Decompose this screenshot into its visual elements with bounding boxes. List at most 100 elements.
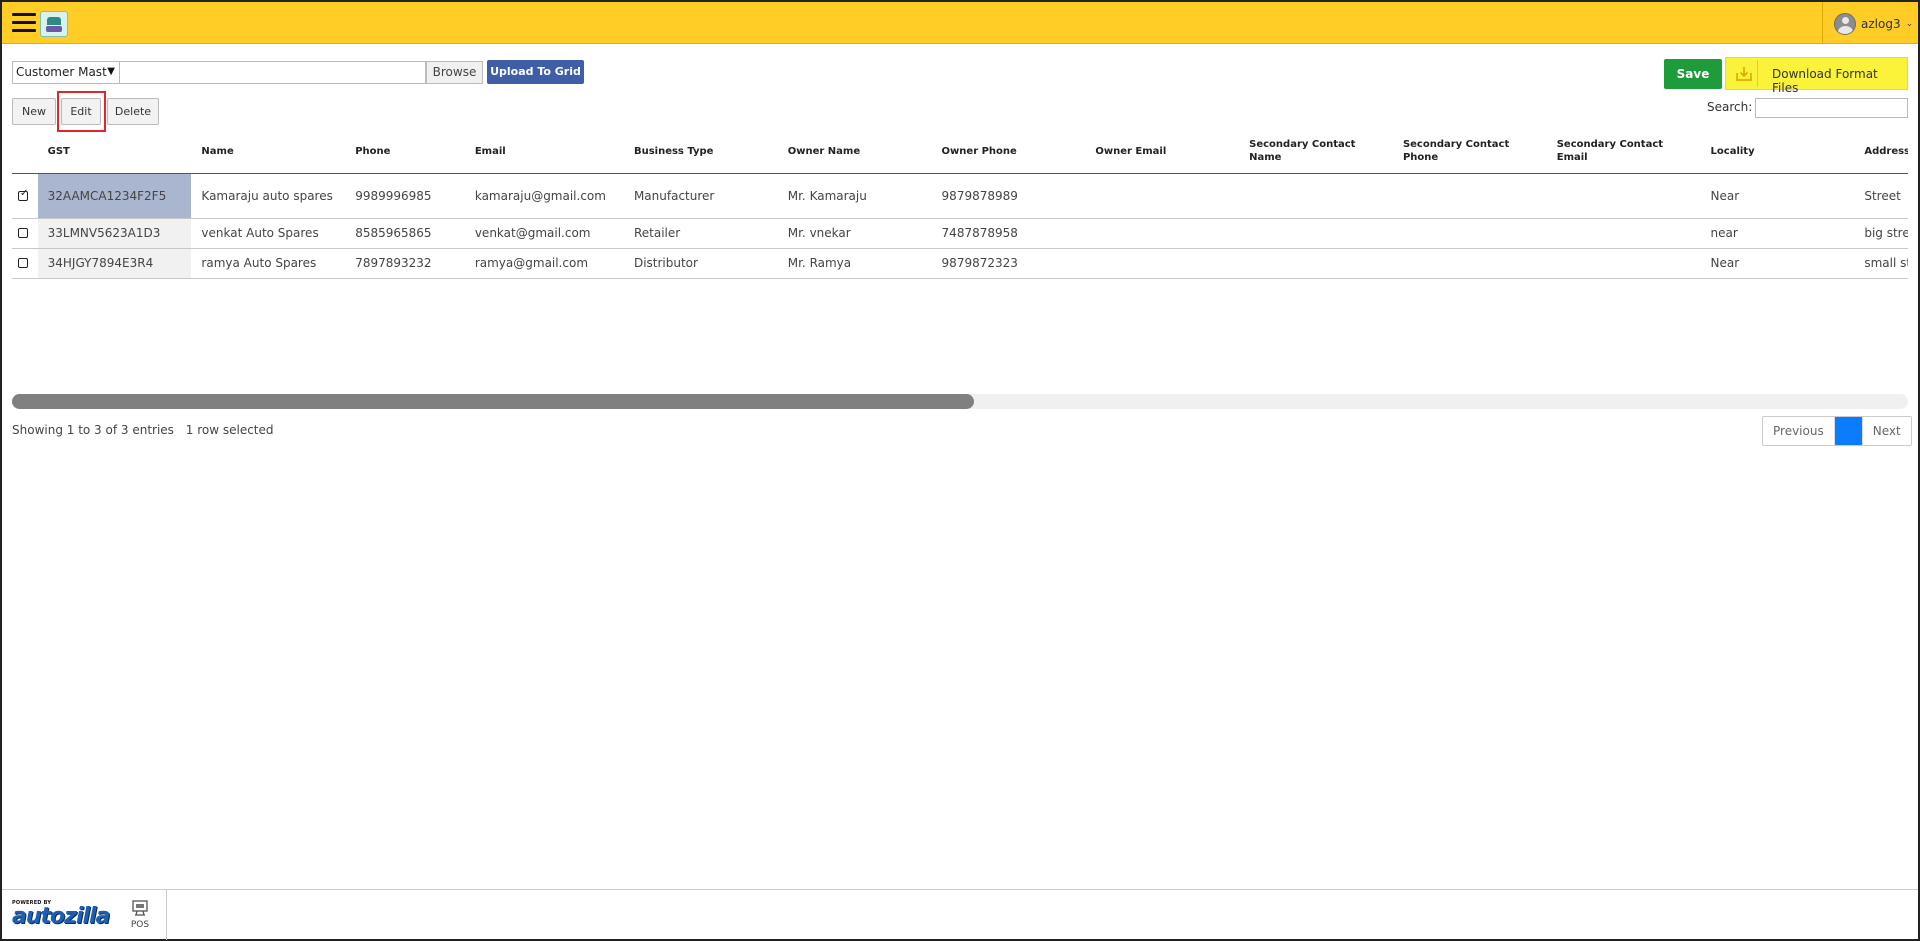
download-format-files-label: Download Format Files xyxy=(1772,67,1878,95)
download-icon xyxy=(1730,60,1758,87)
browse-button[interactable]: Browse xyxy=(426,61,483,84)
avatar-icon xyxy=(1834,13,1856,35)
download-format-files-button[interactable]: Download Format Files xyxy=(1725,57,1908,95)
top-bar: azlog3 ⌄ xyxy=(2,2,1918,44)
new-button[interactable]: New xyxy=(12,98,56,125)
column-header[interactable]: Owner Email xyxy=(1085,130,1240,174)
table-cell[interactable]: Near xyxy=(1700,248,1855,279)
upload-to-grid-button[interactable]: Upload To Grid xyxy=(487,60,584,84)
table-info: Showing 1 to 3 of 3 entries 1 row select… xyxy=(12,423,274,437)
table-cell[interactable]: Street xyxy=(1854,173,1908,219)
table-cell[interactable] xyxy=(1546,248,1701,279)
table-cell[interactable]: 7487878958 xyxy=(931,218,1086,249)
master-type-select[interactable]: Customer Mast ▼ xyxy=(12,61,120,84)
row-select-cell xyxy=(12,218,38,249)
table-row[interactable]: 33LMNV5623A1D3 venkat Auto Spares 858596… xyxy=(12,218,1908,249)
table-cell[interactable]: 9879878989 xyxy=(931,173,1086,219)
table-cell[interactable]: near xyxy=(1700,218,1855,249)
table-cell[interactable]: 34HJGY7894E3R4 xyxy=(37,248,192,279)
column-header[interactable]: Secondary Contact Email xyxy=(1546,130,1701,174)
pos-button[interactable]: POS xyxy=(128,899,152,930)
table-cell[interactable]: Mr. Kamaraju xyxy=(777,173,932,219)
table-cell[interactable] xyxy=(1085,248,1240,279)
table-cell[interactable]: ramya Auto Spares xyxy=(191,248,346,279)
user-menu[interactable]: azlog3 ⌄ xyxy=(1834,13,1913,35)
row-checkbox[interactable] xyxy=(18,228,28,238)
edit-button-highlight xyxy=(57,91,106,132)
table-cell[interactable]: 8585965865 xyxy=(345,218,465,249)
table-cell[interactable] xyxy=(1239,248,1393,279)
column-header[interactable]: Address1 xyxy=(1854,130,1908,174)
save-button[interactable]: Save xyxy=(1664,59,1722,89)
row-select-cell xyxy=(12,248,38,279)
table-cell[interactable]: Manufacturer xyxy=(623,173,778,219)
customer-table-container: GST Name Phone Email Business Type Owner… xyxy=(12,130,1908,280)
table-cell[interactable]: ramya@gmail.com xyxy=(464,248,624,279)
search-label: Search: xyxy=(1707,100,1753,114)
brand-logo: autozilla xyxy=(12,904,110,929)
table-cell[interactable] xyxy=(1392,248,1547,279)
column-header[interactable]: Phone xyxy=(345,130,465,174)
table-cell[interactable] xyxy=(1392,173,1547,219)
column-header[interactable]: Business Type xyxy=(623,130,778,174)
table-cell[interactable]: venkat@gmail.com xyxy=(464,218,624,249)
table-cell[interactable]: Kamaraju auto spares xyxy=(191,173,346,219)
table-cell[interactable]: kamaraju@gmail.com xyxy=(464,173,624,219)
column-header[interactable]: Name xyxy=(191,130,346,174)
table-cell[interactable] xyxy=(1239,218,1393,249)
table-cell[interactable] xyxy=(1546,173,1701,219)
previous-page-button[interactable]: Previous xyxy=(1763,417,1835,445)
table-row[interactable]: 32AAMCA1234F2F5 Kamaraju auto spares 998… xyxy=(12,173,1908,219)
file-path-input[interactable] xyxy=(120,61,426,84)
user-name: azlog3 xyxy=(1861,17,1901,31)
entries-info: Showing 1 to 3 of 3 entries xyxy=(12,423,174,437)
column-header[interactable]: Owner Phone xyxy=(931,130,1086,174)
table-cell[interactable]: 32AAMCA1234F2F5 xyxy=(37,173,192,219)
row-checkbox[interactable] xyxy=(18,258,28,268)
customer-table: GST Name Phone Email Business Type Owner… xyxy=(12,130,1908,279)
pos-label: POS xyxy=(130,920,150,930)
table-cell[interactable] xyxy=(1392,218,1547,249)
table-cell[interactable]: 9879872323 xyxy=(931,248,1086,279)
table-cell[interactable]: Mr. Ramya xyxy=(777,248,932,279)
pos-icon xyxy=(132,900,148,916)
column-header[interactable]: Secondary Contact Phone xyxy=(1392,130,1547,174)
table-cell[interactable]: 7897893232 xyxy=(345,248,465,279)
scrollbar-thumb[interactable] xyxy=(12,394,974,409)
table-header-row: GST Name Phone Email Business Type Owner… xyxy=(12,130,1908,174)
table-cell[interactable]: Distributor xyxy=(623,248,778,279)
column-header[interactable]: Owner Name xyxy=(777,130,932,174)
row-checkbox[interactable] xyxy=(18,188,28,201)
table-cell[interactable] xyxy=(1085,173,1240,219)
column-header[interactable]: Secondary Contact Name xyxy=(1239,130,1393,174)
horizontal-scrollbar[interactable] xyxy=(12,394,1908,409)
footer: POWERED BY autozilla POS xyxy=(2,889,1918,940)
table-cell[interactable]: Mr. vnekar xyxy=(777,218,932,249)
column-header[interactable]: Locality xyxy=(1700,130,1855,174)
delete-button[interactable]: Delete xyxy=(107,98,159,125)
chevron-down-icon: ▼ xyxy=(107,66,115,77)
column-header[interactable]: GST xyxy=(37,130,192,174)
selection-info: 1 row selected xyxy=(185,423,274,437)
next-page-button[interactable]: Next xyxy=(1861,417,1911,445)
table-cell[interactable]: Near xyxy=(1700,173,1855,219)
table-cell[interactable] xyxy=(1085,218,1240,249)
table-cell[interactable]: venkat Auto Spares xyxy=(191,218,346,249)
table-cell[interactable]: big street xyxy=(1854,218,1908,249)
table-cell[interactable]: 9989996985 xyxy=(345,173,465,219)
master-type-value: Customer Mast xyxy=(16,65,107,79)
table-cell[interactable]: 33LMNV5623A1D3 xyxy=(37,218,192,249)
column-header[interactable]: Email xyxy=(464,130,624,174)
app-logo[interactable] xyxy=(40,11,68,37)
table-cell[interactable]: small street xyxy=(1854,248,1908,279)
select-column-header xyxy=(12,130,38,174)
table-cell[interactable]: Retailer xyxy=(623,218,778,249)
hamburger-icon[interactable] xyxy=(12,13,36,33)
pagination: Previous 1 Next xyxy=(1762,416,1912,446)
search-input[interactable] xyxy=(1755,98,1908,118)
page-button-current[interactable]: 1 xyxy=(1834,417,1862,445)
table-cell[interactable] xyxy=(1546,218,1701,249)
footer-divider xyxy=(166,890,167,940)
table-cell[interactable] xyxy=(1239,173,1393,219)
table-row[interactable]: 34HJGY7894E3R4 ramya Auto Spares 7897893… xyxy=(12,248,1908,279)
